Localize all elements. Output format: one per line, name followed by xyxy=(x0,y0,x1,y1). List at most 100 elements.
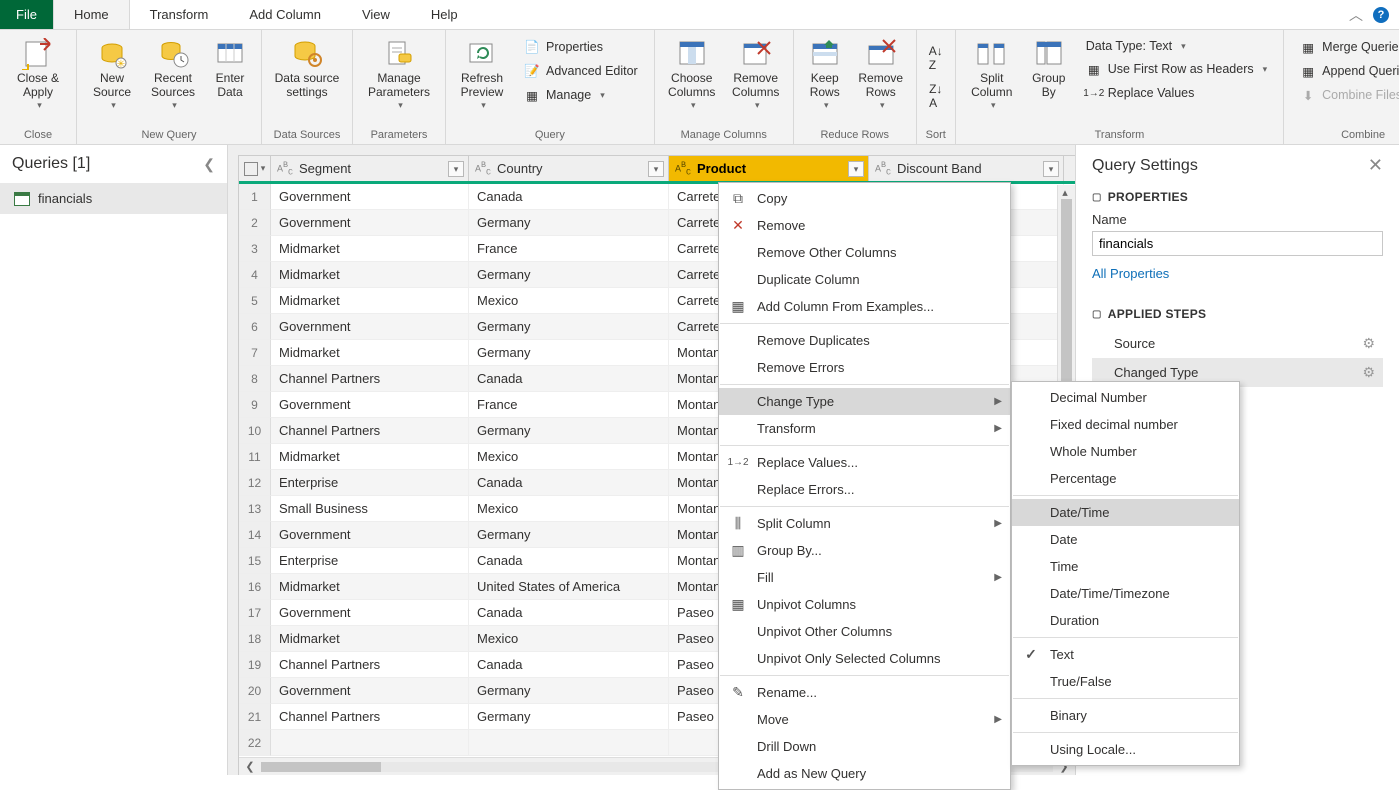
menu-remove[interactable]: ✕Remove xyxy=(719,212,1010,239)
row-number[interactable]: 15 xyxy=(239,548,271,574)
row-number[interactable]: 8 xyxy=(239,366,271,392)
tab-view[interactable]: View xyxy=(342,0,411,29)
gear-icon[interactable]: ⚙ xyxy=(1362,335,1375,352)
tab-add-column[interactable]: Add Column xyxy=(229,0,342,29)
split-column-button[interactable]: Split Column▾ xyxy=(962,34,1022,115)
filter-button[interactable]: ▾ xyxy=(648,161,664,177)
type-percentage[interactable]: Percentage xyxy=(1012,465,1239,492)
manage-parameters-button[interactable]: Manage Parameters▾ xyxy=(359,34,439,115)
cell[interactable]: Government xyxy=(271,314,469,340)
menu-replace-values[interactable]: 1→2Replace Values... xyxy=(719,449,1010,476)
type-datetimezone[interactable]: Date/Time/Timezone xyxy=(1012,580,1239,607)
remove-rows-button[interactable]: Remove Rows▾ xyxy=(852,34,910,115)
menu-copy[interactable]: ⧉Copy xyxy=(719,185,1010,212)
first-row-headers-button[interactable]: ▦Use First Row as Headers▾ xyxy=(1080,58,1273,80)
cell[interactable]: France xyxy=(469,392,669,418)
select-all-header[interactable]: ▾ xyxy=(239,156,271,181)
row-number[interactable]: 9 xyxy=(239,392,271,418)
cell[interactable]: Midmarket xyxy=(271,626,469,652)
cell[interactable]: Canada xyxy=(469,366,669,392)
cell[interactable]: Midmarket xyxy=(271,288,469,314)
combine-files-button[interactable]: ⬇Combine Files xyxy=(1294,84,1399,106)
type-duration[interactable]: Duration xyxy=(1012,607,1239,634)
column-header-country[interactable]: ABC Country ▾ xyxy=(469,156,669,181)
help-icon[interactable]: ? xyxy=(1373,7,1389,23)
cell[interactable]: Channel Partners xyxy=(271,704,469,730)
cell[interactable]: Channel Partners xyxy=(271,652,469,678)
cell[interactable]: Enterprise xyxy=(271,470,469,496)
type-fixed-decimal[interactable]: Fixed decimal number xyxy=(1012,411,1239,438)
column-header-discount-band[interactable]: ABC Discount Band ▾ xyxy=(869,156,1064,181)
cell[interactable]: Government xyxy=(271,184,469,210)
cell[interactable] xyxy=(469,730,669,756)
new-source-button[interactable]: ✳ New Source▾ xyxy=(83,34,141,115)
group-by-button[interactable]: Group By xyxy=(1024,34,1074,104)
row-number[interactable]: 21 xyxy=(239,704,271,730)
column-header-product[interactable]: ABC Product ▾ xyxy=(669,156,869,181)
row-number[interactable]: 7 xyxy=(239,340,271,366)
row-number[interactable]: 3 xyxy=(239,236,271,262)
enter-data-button[interactable]: Enter Data xyxy=(205,34,255,104)
menu-remove-other[interactable]: Remove Other Columns xyxy=(719,239,1010,266)
type-datetime[interactable]: Date/Time xyxy=(1012,499,1239,526)
cell[interactable]: Channel Partners xyxy=(271,366,469,392)
column-header-segment[interactable]: ABC Segment ▾ xyxy=(271,156,469,181)
cell[interactable]: Canada xyxy=(469,652,669,678)
menu-replace-errors[interactable]: Replace Errors... xyxy=(719,476,1010,503)
row-number[interactable]: 6 xyxy=(239,314,271,340)
cell[interactable]: Canada xyxy=(469,548,669,574)
cell[interactable]: Canada xyxy=(469,470,669,496)
filter-button[interactable]: ▾ xyxy=(848,161,864,177)
query-name-input[interactable] xyxy=(1092,231,1383,256)
menu-unpivot-other[interactable]: Unpivot Other Columns xyxy=(719,618,1010,645)
choose-columns-button[interactable]: Choose Columns▾ xyxy=(661,34,723,115)
cell[interactable]: Mexico xyxy=(469,626,669,652)
menu-unpivot-only[interactable]: Unpivot Only Selected Columns xyxy=(719,645,1010,672)
menu-move[interactable]: Move▶ xyxy=(719,706,1010,733)
cell[interactable]: Mexico xyxy=(469,288,669,314)
menu-duplicate-column[interactable]: Duplicate Column xyxy=(719,266,1010,293)
menu-unpivot[interactable]: ▦Unpivot Columns xyxy=(719,591,1010,618)
scroll-left-button[interactable]: ❮ xyxy=(243,760,257,774)
row-number[interactable]: 16 xyxy=(239,574,271,600)
all-properties-link[interactable]: All Properties xyxy=(1092,266,1169,281)
cell[interactable]: Government xyxy=(271,210,469,236)
type-text[interactable]: ✓Text xyxy=(1012,641,1239,668)
row-number[interactable]: 4 xyxy=(239,262,271,288)
row-number[interactable]: 12 xyxy=(239,470,271,496)
cell[interactable]: Government xyxy=(271,392,469,418)
menu-remove-duplicates[interactable]: Remove Duplicates xyxy=(719,327,1010,354)
cell[interactable]: Midmarket xyxy=(271,236,469,262)
type-decimal[interactable]: Decimal Number xyxy=(1012,384,1239,411)
step-source[interactable]: Source⚙ xyxy=(1092,329,1383,358)
row-number[interactable]: 22 xyxy=(239,730,271,756)
advanced-editor-button[interactable]: 📝Advanced Editor xyxy=(518,60,644,82)
remove-columns-button[interactable]: Remove Columns▾ xyxy=(725,34,787,115)
cell[interactable]: Mexico xyxy=(469,444,669,470)
cell[interactable]: France xyxy=(469,236,669,262)
properties-button[interactable]: 📄Properties xyxy=(518,36,644,58)
data-type-button[interactable]: Data Type: Text▾ xyxy=(1080,36,1273,56)
menu-fill[interactable]: Fill▶ xyxy=(719,564,1010,591)
cell[interactable]: Germany xyxy=(469,340,669,366)
filter-button[interactable]: ▾ xyxy=(1043,161,1059,177)
scroll-up-button[interactable]: ▴ xyxy=(1058,185,1072,199)
type-using-locale[interactable]: Using Locale... xyxy=(1012,736,1239,763)
menu-drill-down[interactable]: Drill Down xyxy=(719,733,1010,760)
recent-sources-button[interactable]: Recent Sources▾ xyxy=(143,34,203,115)
cell[interactable]: Government xyxy=(271,678,469,704)
replace-values-button[interactable]: 1→2Replace Values xyxy=(1080,82,1273,104)
row-number[interactable]: 20 xyxy=(239,678,271,704)
cell[interactable]: Germany xyxy=(469,522,669,548)
cell[interactable]: Germany xyxy=(469,704,669,730)
query-item-financials[interactable]: financials xyxy=(0,183,227,214)
menu-split-column[interactable]: ⫼Split Column▶ xyxy=(719,510,1010,537)
tab-file[interactable]: File xyxy=(0,0,53,29)
type-binary[interactable]: Binary xyxy=(1012,702,1239,729)
tab-transform[interactable]: Transform xyxy=(130,0,230,29)
menu-remove-errors[interactable]: Remove Errors xyxy=(719,354,1010,381)
cell[interactable] xyxy=(271,730,469,756)
cell[interactable]: Mexico xyxy=(469,496,669,522)
close-settings-button[interactable]: ✕ xyxy=(1368,155,1383,176)
tab-help[interactable]: Help xyxy=(411,0,479,29)
